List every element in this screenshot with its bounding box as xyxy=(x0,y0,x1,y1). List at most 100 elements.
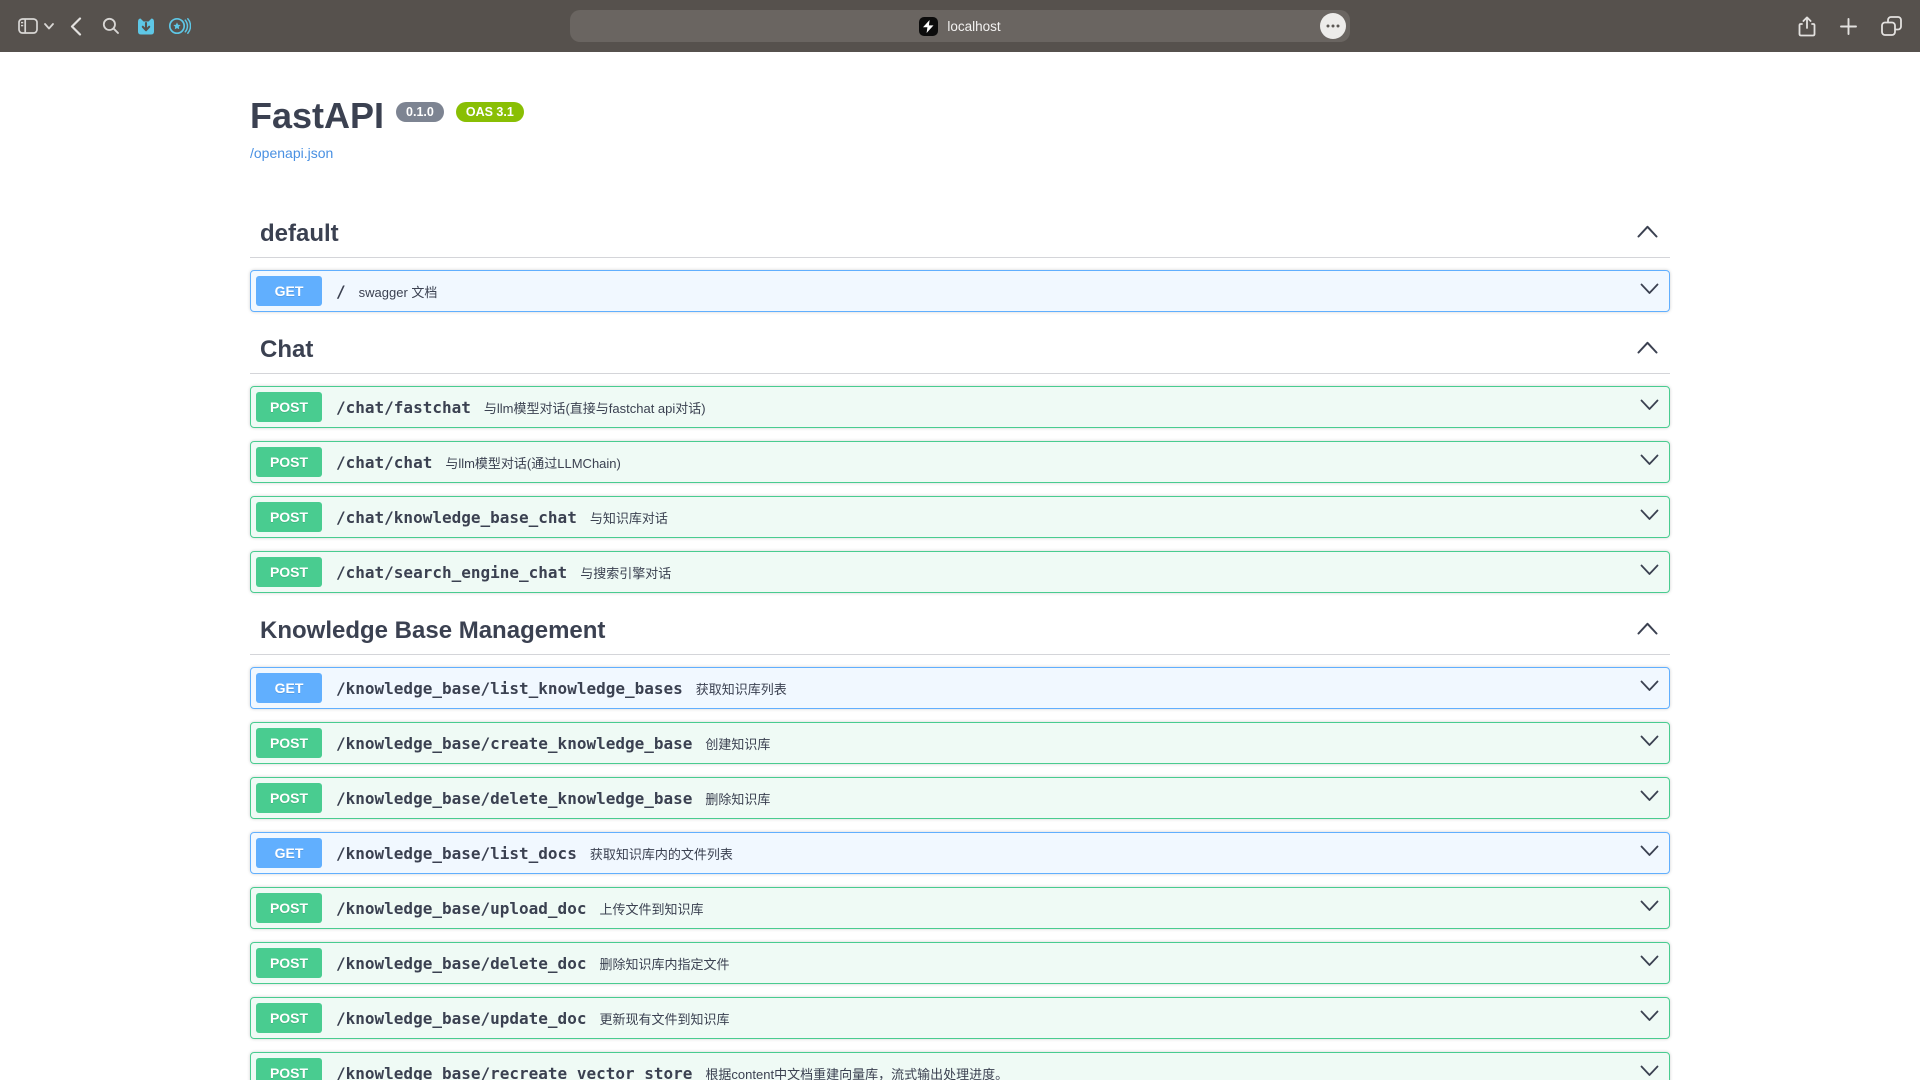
browser-toolbar: localhost xyxy=(0,0,1920,52)
section-endpoints: POST /chat/fastchat 与llm模型对话(直接与fastchat… xyxy=(250,386,1670,593)
endpoint-row[interactable]: POST /chat/knowledge_base_chat 与知识库对话 xyxy=(250,496,1670,538)
endpoint-path: / xyxy=(336,282,346,301)
back-chevron-icon xyxy=(70,17,82,36)
endpoint-path: /knowledge_base/create_knowledge_base xyxy=(336,734,692,753)
tabs-overview-icon xyxy=(1881,16,1902,36)
section-header[interactable]: Chat xyxy=(250,325,1670,374)
expand-endpoint-button[interactable] xyxy=(1630,1009,1659,1027)
method-badge: POST xyxy=(256,893,322,923)
expand-endpoint-button[interactable] xyxy=(1630,453,1659,471)
chevron-down-icon xyxy=(1640,790,1659,802)
search-icon xyxy=(102,17,120,35)
endpoint-row[interactable]: POST /knowledge_base/update_doc 更新现有文件到知… xyxy=(250,997,1670,1039)
url-text: localhost xyxy=(947,19,1000,34)
method-badge: POST xyxy=(256,502,322,532)
chevron-down-icon xyxy=(1640,509,1659,521)
endpoint-path: /chat/search_engine_chat xyxy=(336,563,567,582)
endpoint-description: 与知识库对话 xyxy=(590,508,1630,527)
downloader-extension-button[interactable] xyxy=(136,17,156,36)
tab-overview-button[interactable] xyxy=(1881,16,1902,36)
chevron-down-icon xyxy=(1640,1065,1659,1077)
expand-endpoint-button[interactable] xyxy=(1630,679,1659,697)
endpoint-description: 删除知识库 xyxy=(705,789,1630,808)
endpoint-row[interactable]: POST /knowledge_base/upload_doc 上传文件到知识库 xyxy=(250,887,1670,929)
endpoint-path: /knowledge_base/delete_doc xyxy=(336,954,586,973)
expand-endpoint-button[interactable] xyxy=(1630,1064,1659,1080)
chevron-down-icon xyxy=(1640,1010,1659,1022)
chevron-down-icon xyxy=(1640,283,1659,295)
chevron-down-icon xyxy=(1640,399,1659,411)
method-badge: GET xyxy=(256,673,322,703)
section-title: default xyxy=(260,219,339,249)
expand-endpoint-button[interactable] xyxy=(1630,899,1659,917)
endpoint-row[interactable]: GET / swagger 文档 xyxy=(250,270,1670,312)
section-header[interactable]: default xyxy=(250,209,1670,258)
endpoint-path: /knowledge_base/delete_knowledge_base xyxy=(336,789,692,808)
endpoint-row[interactable]: POST /knowledge_base/recreate_vector_sto… xyxy=(250,1052,1670,1080)
tag-section: Chat POST /chat/fastchat 与llm模型对话(直接与fas… xyxy=(250,325,1670,593)
collapse-section-button[interactable] xyxy=(1637,622,1658,640)
method-badge: POST xyxy=(256,948,322,978)
expand-endpoint-button[interactable] xyxy=(1630,563,1659,581)
chevron-down-icon xyxy=(1640,845,1659,857)
lightning-bolt-icon xyxy=(923,20,934,33)
chevron-down-icon xyxy=(1640,454,1659,466)
section-header[interactable]: Knowledge Base Management xyxy=(250,606,1670,655)
expand-endpoint-button[interactable] xyxy=(1630,789,1659,807)
new-tab-button[interactable] xyxy=(1840,18,1857,35)
sidebar-dropdown-button[interactable] xyxy=(44,23,54,30)
chevron-down-icon xyxy=(1640,900,1659,912)
share-button[interactable] xyxy=(1798,16,1816,37)
section-title: Chat xyxy=(260,335,313,365)
api-sections: default GET / swagger 文档 Chat xyxy=(250,209,1670,1080)
endpoint-row[interactable]: POST /knowledge_base/create_knowledge_ba… xyxy=(250,722,1670,764)
endpoint-description: 与llm模型对话(直接与fastchat api对话) xyxy=(484,398,1630,417)
expand-endpoint-button[interactable] xyxy=(1630,734,1659,752)
endpoint-path: /knowledge_base/list_docs xyxy=(336,844,577,863)
address-bar[interactable]: localhost xyxy=(570,10,1350,42)
endpoint-description: 删除知识库内指定文件 xyxy=(599,954,1630,973)
expand-endpoint-button[interactable] xyxy=(1630,398,1659,416)
api-info: FastAPI 0.1.0 OAS 3.1 /openapi.json xyxy=(250,52,1670,163)
method-badge: POST xyxy=(256,392,322,422)
endpoint-row[interactable]: POST /chat/search_engine_chat 与搜索引擎对话 xyxy=(250,551,1670,593)
plus-icon xyxy=(1840,18,1857,35)
media-extension-button[interactable] xyxy=(168,16,191,36)
circle-star-icon xyxy=(168,16,191,36)
endpoint-row[interactable]: POST /chat/fastchat 与llm模型对话(直接与fastchat… xyxy=(250,386,1670,428)
method-badge: POST xyxy=(256,1058,322,1080)
endpoint-description: 更新现有文件到知识库 xyxy=(599,1009,1630,1028)
openapi-spec-link[interactable]: /openapi.json xyxy=(250,145,333,161)
collapse-section-button[interactable] xyxy=(1637,341,1658,359)
endpoint-row[interactable]: GET /knowledge_base/list_knowledge_bases… xyxy=(250,667,1670,709)
endpoint-path: /knowledge_base/update_doc xyxy=(336,1009,586,1028)
endpoint-description: swagger 文档 xyxy=(359,282,1630,301)
endpoint-description: 获取知识库列表 xyxy=(696,679,1630,698)
endpoint-row[interactable]: POST /knowledge_base/delete_doc 删除知识库内指定… xyxy=(250,942,1670,984)
method-badge: GET xyxy=(256,838,322,868)
section-endpoints: GET /knowledge_base/list_knowledge_bases… xyxy=(250,667,1670,1080)
search-button[interactable] xyxy=(102,17,120,35)
endpoint-row[interactable]: GET /knowledge_base/list_docs 获取知识库内的文件列… xyxy=(250,832,1670,874)
expand-endpoint-button[interactable] xyxy=(1630,282,1659,300)
sidebar-icon xyxy=(18,18,38,34)
tag-section: Knowledge Base Management GET /knowledge… xyxy=(250,606,1670,1080)
expand-endpoint-button[interactable] xyxy=(1630,954,1659,972)
chevron-down-icon xyxy=(1640,680,1659,692)
sidebar-toggle-button[interactable] xyxy=(18,18,38,34)
endpoint-path: /knowledge_base/list_knowledge_bases xyxy=(336,679,683,698)
method-badge: POST xyxy=(256,1003,322,1033)
endpoint-row[interactable]: POST /knowledge_base/delete_knowledge_ba… xyxy=(250,777,1670,819)
chevron-down-icon xyxy=(44,23,54,30)
expand-endpoint-button[interactable] xyxy=(1630,844,1659,862)
expand-endpoint-button[interactable] xyxy=(1630,508,1659,526)
back-button[interactable] xyxy=(70,17,82,36)
page-options-button[interactable] xyxy=(1320,13,1346,39)
chevron-down-icon xyxy=(1640,735,1659,747)
collapse-section-button[interactable] xyxy=(1637,225,1658,243)
version-badge: 0.1.0 xyxy=(396,102,444,122)
share-icon xyxy=(1798,16,1816,37)
method-badge: POST xyxy=(256,557,322,587)
endpoint-row[interactable]: POST /chat/chat 与llm模型对话(通过LLMChain) xyxy=(250,441,1670,483)
section-endpoints: GET / swagger 文档 xyxy=(250,270,1670,312)
